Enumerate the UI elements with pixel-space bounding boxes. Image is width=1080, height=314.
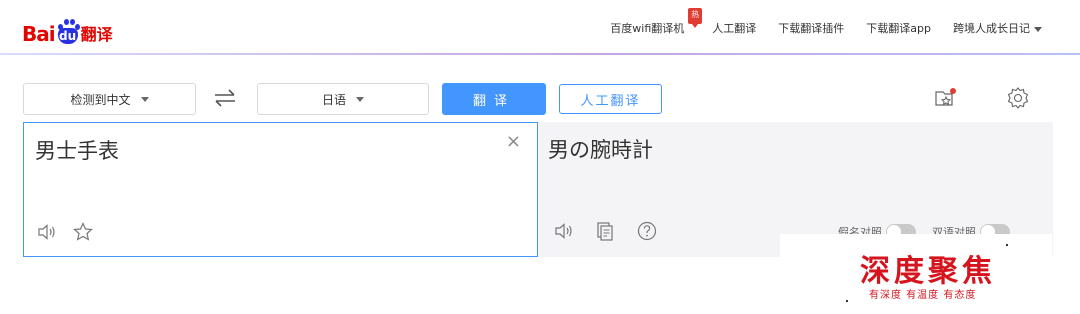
watermark-dot [846,300,848,302]
nav-user-menu-label: 跨境人成长日记 [953,22,1030,35]
source-language-label: 检测到中文 [70,92,131,107]
target-language-label: 日语 [321,92,346,107]
watermark-subtitle: 有深度 有温度 有态度 [869,290,977,301]
hot-badge: 热 [688,8,703,28]
nav-download-plugin[interactable]: 下载翻译插件 [778,20,844,36]
logo-du-text: du [57,28,78,44]
chevron-down-icon [1034,26,1042,32]
speaker-icon[interactable] [36,221,58,243]
speaker-icon[interactable] [553,220,575,242]
source-text[interactable]: 男士手表 [35,135,119,165]
translate-button[interactable]: 翻译 [442,83,546,115]
help-icon[interactable] [636,220,658,242]
logo-product-name: 翻译 [80,25,113,44]
chevron-down-icon [140,96,149,102]
human-translate-button[interactable]: 人工翻译 [559,84,662,114]
result-text: 男の腕時計 [548,138,653,162]
settings-gear-icon[interactable] [1006,86,1030,110]
watermark-dot [1006,244,1008,246]
star-icon[interactable] [72,221,94,243]
baidu-translate-logo[interactable]: Bai du 翻译 [22,10,113,44]
logo-paw-icon: du [56,18,80,44]
watermark-title: 深度聚焦 [860,254,996,289]
nav-wifi-translator-label: 百度wifi翻译机 [610,22,685,35]
nav-wifi-translator[interactable]: 百度wifi翻译机 热 [610,8,703,36]
nav-download-app[interactable]: 下载翻译app [866,20,931,36]
source-input-panel[interactable]: 男士手表 × [23,122,538,257]
source-language-select[interactable]: 检测到中文 [23,83,196,115]
top-header: Bai du 翻译 百度wifi翻译机 热 人工翻译 下载翻译插件 下载翻译ap… [0,0,1080,55]
logo-bai-text: Bai [22,22,56,46]
header-divider [0,53,1080,55]
nav-human-translation[interactable]: 人工翻译 [712,20,756,36]
favorites-folder-icon[interactable] [934,86,958,110]
swap-icon[interactable] [212,88,238,108]
nav-user-menu[interactable]: 跨境人成长日记 [953,20,1042,36]
chevron-down-icon [356,96,364,102]
watermark: 深度聚焦 有深度 有温度 有态度 [780,234,1052,314]
top-nav: 百度wifi翻译机 热 人工翻译 下载翻译插件 下载翻译app 跨境人成长日记 [610,8,1042,36]
clear-icon[interactable]: × [506,133,521,151]
copy-icon[interactable] [594,220,616,242]
target-language-select[interactable]: 日语 [257,83,429,115]
